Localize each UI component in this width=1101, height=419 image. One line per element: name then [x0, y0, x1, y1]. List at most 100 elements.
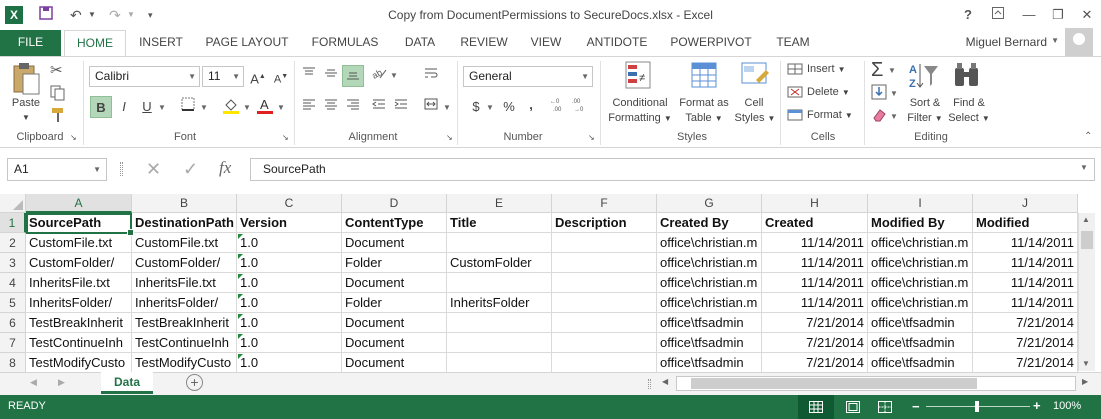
- conditional-formatting-label-2[interactable]: Formatting ▼: [604, 112, 676, 125]
- cell-styles-label-1[interactable]: Cell: [736, 97, 772, 110]
- table-cell[interactable]: TestBreakInherit: [132, 313, 237, 333]
- table-cell[interactable]: 7/21/2014: [762, 353, 868, 372]
- user-name[interactable]: Miguel Bernard: [966, 35, 1047, 49]
- decrease-decimal-icon[interactable]: .00 →0: [570, 96, 592, 118]
- minimize-icon[interactable]: —: [1017, 4, 1041, 26]
- table-cell[interactable]: 1.0: [237, 233, 342, 253]
- italic-button[interactable]: I: [113, 96, 135, 118]
- orientation-dropdown-icon[interactable]: ▼: [390, 71, 398, 80]
- row-header[interactable]: 3: [0, 253, 26, 273]
- table-cell[interactable]: office\tfsadmin: [868, 353, 973, 372]
- table-cell[interactable]: CustomFile.txt: [26, 233, 132, 253]
- row-header[interactable]: 7: [0, 333, 26, 353]
- table-cell[interactable]: TestContinueInh: [26, 333, 132, 353]
- increase-decimal-icon[interactable]: ←0.00: [548, 96, 570, 118]
- top-align-icon[interactable]: [298, 65, 320, 87]
- format-as-table-label-2[interactable]: Table ▼: [674, 112, 734, 125]
- column-header-d[interactable]: D: [342, 194, 447, 213]
- table-cell[interactable]: Document: [342, 353, 447, 372]
- paste-button[interactable]: Paste: [8, 97, 44, 110]
- table-cell[interactable]: office\tfsadmin: [868, 333, 973, 353]
- scroll-left-icon[interactable]: ◀: [662, 377, 668, 386]
- cell-styles-icon[interactable]: [740, 60, 770, 95]
- tab-formulas[interactable]: FORMULAS: [305, 30, 385, 56]
- table-cell[interactable]: InheritsFile.txt: [26, 273, 132, 293]
- redo-icon[interactable]: ↷: [109, 5, 121, 25]
- underline-button[interactable]: U: [136, 96, 158, 118]
- header-cell[interactable]: Created: [762, 213, 868, 233]
- header-cell[interactable]: ContentType: [342, 213, 447, 233]
- table-cell[interactable]: InheritsFile.txt: [132, 273, 237, 293]
- comma-button[interactable]: ,: [520, 94, 542, 116]
- tab-review[interactable]: REVIEW: [455, 30, 513, 56]
- table-cell[interactable]: CustomFile.txt: [132, 233, 237, 253]
- tab-insert[interactable]: INSERT: [133, 30, 189, 56]
- align-left-icon[interactable]: [298, 96, 320, 118]
- row-header[interactable]: 4: [0, 273, 26, 293]
- scroll-right-icon[interactable]: ▶: [1082, 377, 1088, 386]
- font-color-dropdown-icon[interactable]: ▼: [277, 103, 285, 112]
- header-cell[interactable]: Description: [552, 213, 657, 233]
- merge-center-icon[interactable]: [420, 96, 442, 118]
- column-header-j[interactable]: J: [973, 194, 1078, 213]
- table-cell[interactable]: InheritsFolder/: [26, 293, 132, 313]
- conditional-formatting-label-1[interactable]: Conditional: [604, 97, 676, 110]
- clear-icon[interactable]: [871, 107, 887, 126]
- table-cell[interactable]: TestModifyCusto: [26, 353, 132, 372]
- borders-icon[interactable]: [177, 96, 199, 118]
- collapse-ribbon-icon[interactable]: ⌃: [1084, 131, 1092, 142]
- decrease-font-icon[interactable]: A▼: [270, 66, 292, 88]
- borders-dropdown-icon[interactable]: ▼: [200, 103, 208, 112]
- alignment-launcher-icon[interactable]: ↘: [446, 133, 453, 142]
- table-cell[interactable]: [447, 273, 552, 293]
- redo-dropdown-icon[interactable]: ▼: [127, 5, 135, 25]
- header-cell[interactable]: Created By: [657, 213, 762, 233]
- prev-sheet-icon[interactable]: ◀: [30, 377, 37, 388]
- column-header-g[interactable]: G: [657, 194, 762, 213]
- table-cell[interactable]: TestContinueInh: [132, 333, 237, 353]
- number-format-combo[interactable]: General ▼: [463, 66, 593, 87]
- table-cell[interactable]: office\tfsadmin: [657, 353, 762, 372]
- column-header-c[interactable]: C: [237, 194, 342, 213]
- horizontal-scroll-thumb[interactable]: [691, 378, 977, 389]
- table-cell[interactable]: InheritsFolder: [447, 293, 552, 313]
- table-cell[interactable]: 7/21/2014: [973, 313, 1078, 333]
- font-size-combo[interactable]: 11 ▼: [202, 66, 244, 87]
- insert-function-button[interactable]: fx: [219, 158, 231, 178]
- table-cell[interactable]: [552, 273, 657, 293]
- increase-indent-icon[interactable]: [390, 96, 412, 118]
- column-header-a[interactable]: A: [26, 194, 132, 213]
- copy-icon[interactable]: [50, 85, 66, 104]
- table-cell[interactable]: 1.0: [237, 353, 342, 372]
- paste-dropdown-icon[interactable]: ▼: [20, 111, 32, 124]
- align-center-icon[interactable]: [320, 96, 342, 118]
- row-header[interactable]: 8: [0, 353, 26, 372]
- decrease-indent-icon[interactable]: [368, 96, 390, 118]
- font-name-combo[interactable]: Calibri ▼: [89, 66, 200, 87]
- find-select-icon[interactable]: [952, 60, 982, 95]
- excel-app-icon[interactable]: X: [5, 6, 23, 24]
- scroll-down-icon[interactable]: ▼: [1082, 359, 1090, 368]
- table-cell[interactable]: 11/14/2011: [973, 293, 1078, 313]
- table-cell[interactable]: 11/14/2011: [762, 233, 868, 253]
- table-cell[interactable]: office\tfsadmin: [657, 333, 762, 353]
- table-cell[interactable]: [552, 333, 657, 353]
- autosum-icon[interactable]: Σ: [871, 59, 883, 82]
- close-icon[interactable]: ✕: [1075, 4, 1099, 26]
- table-cell[interactable]: Document: [342, 313, 447, 333]
- table-cell[interactable]: 11/14/2011: [762, 253, 868, 273]
- avatar[interactable]: [1065, 28, 1093, 56]
- formula-input[interactable]: SourcePath: [250, 158, 1095, 181]
- enter-icon[interactable]: ✓: [183, 159, 198, 180]
- normal-view-button[interactable]: [798, 395, 834, 419]
- table-cell[interactable]: [552, 353, 657, 372]
- table-cell[interactable]: Document: [342, 233, 447, 253]
- zoom-in-icon[interactable]: +: [1033, 398, 1041, 413]
- worksheet-grid[interactable]: ABCDEFGHIJ 1 SourcePath DestinationPath Ver…: [0, 194, 1101, 372]
- format-painter-icon[interactable]: [50, 107, 66, 126]
- tab-powerpivot[interactable]: POWERPIVOT: [666, 30, 756, 56]
- insert-button[interactable]: Insert ▼: [807, 63, 867, 76]
- table-cell[interactable]: Document: [342, 273, 447, 293]
- tab-antidote[interactable]: ANTIDOTE: [580, 30, 654, 56]
- format-button[interactable]: Format ▼: [807, 109, 867, 122]
